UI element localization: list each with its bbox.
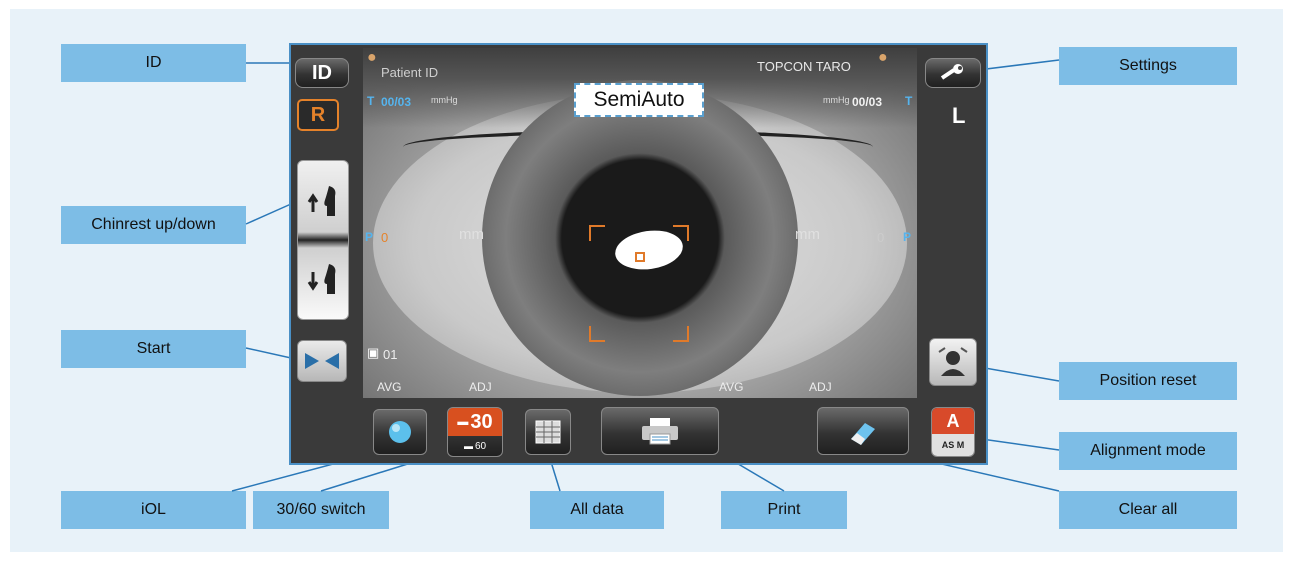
left-small-value: 0 <box>877 230 885 245</box>
all-data-button[interactable] <box>525 409 571 455</box>
data-table-icon <box>535 420 561 444</box>
alignment-mode-top: A <box>932 408 974 434</box>
start-icon <box>305 353 339 369</box>
callout-clear-all: Clear all <box>1059 491 1237 529</box>
switch-60-label: ▬ 60 <box>463 440 487 452</box>
clear-all-button[interactable] <box>817 407 909 455</box>
chinrest-up-button[interactable] <box>302 167 344 237</box>
callout-chinrest: Chinrest up/down <box>61 206 246 244</box>
chinrest-down-button[interactable] <box>302 245 344 315</box>
switch-30-label: ▬ 30 <box>448 408 502 436</box>
operator-icon: ● <box>878 49 888 66</box>
start-button[interactable] <box>297 340 347 382</box>
printer-icon <box>642 418 678 445</box>
callout-iol: iOL <box>61 491 246 529</box>
switch-60-value: 60 <box>474 440 487 452</box>
mode-indicator[interactable]: SemiAuto <box>574 83 704 117</box>
avg-label-left: AVG <box>719 380 744 394</box>
eraser-icon <box>851 423 875 445</box>
callout-alignment-mode: Alignment mode <box>1059 432 1237 470</box>
adj-label-left: ADJ <box>809 380 832 394</box>
chinrest-updown-control[interactable] <box>297 160 349 320</box>
right-unit: mmHg <box>431 95 458 105</box>
alignment-mode-button[interactable]: A AS M <box>931 407 975 457</box>
iol-button[interactable] <box>373 409 427 455</box>
right-count: 00/03 <box>381 95 412 109</box>
right-small-value: 0 <box>381 230 389 245</box>
callout-start: Start <box>61 330 246 368</box>
page-number: 01 <box>383 347 398 362</box>
chinrest-down-icon <box>307 264 336 294</box>
alignment-bracket-bl <box>589 326 605 342</box>
touch-screen: ● Patient ID T 00/03 mmHg TOPCON TARO ● … <box>289 43 988 465</box>
print-button[interactable] <box>601 407 719 455</box>
patient-id-label[interactable]: Patient ID <box>381 65 438 80</box>
avg-label-right: AVG <box>377 380 402 394</box>
callout-all-data: All data <box>530 491 664 529</box>
left-unit: mmHg <box>823 95 850 105</box>
alignment-target <box>635 252 645 262</box>
id-button[interactable]: ID <box>295 58 349 88</box>
alignment-bracket-tr <box>673 225 689 241</box>
position-reset-button[interactable] <box>929 338 977 386</box>
right-p-marker: P <box>365 230 374 244</box>
left-p-marker: P <box>903 230 912 244</box>
switch-30-value: 30 <box>470 410 493 433</box>
settings-button[interactable] <box>925 58 981 88</box>
alignment-mode-bottom: AS M <box>932 434 974 456</box>
left-count: 00/03 <box>852 95 883 109</box>
eye-right-indicator[interactable]: R <box>297 99 339 131</box>
eye-left-indicator: L <box>952 103 966 128</box>
callout-30-60-switch: 30/60 switch <box>253 491 389 529</box>
callout-id: ID <box>61 44 246 82</box>
operator-name: TOPCON TARO <box>757 59 851 74</box>
chinrest-up-icon <box>307 186 336 216</box>
callout-position-reset: Position reset <box>1059 362 1237 400</box>
patient-icon: ● <box>367 49 377 66</box>
alignment-bracket-tl <box>589 225 605 241</box>
page-icon: ▣ <box>367 345 380 360</box>
wrench-icon <box>940 64 963 80</box>
right-mm-label: mm <box>459 226 484 243</box>
callout-settings: Settings <box>1059 47 1237 85</box>
left-eye-indicator: T <box>905 94 913 108</box>
adj-label-right: ADJ <box>469 380 492 394</box>
callout-print: Print <box>721 491 847 529</box>
position-reset-icon <box>938 347 968 376</box>
left-mm-label: mm <box>795 226 820 243</box>
iol-lens-icon <box>389 421 411 443</box>
switch-30-60-button[interactable]: ▬ 30 ▬ 60 <box>447 407 503 457</box>
right-eye-indicator: T <box>367 94 375 108</box>
alignment-bracket-br <box>673 326 689 342</box>
